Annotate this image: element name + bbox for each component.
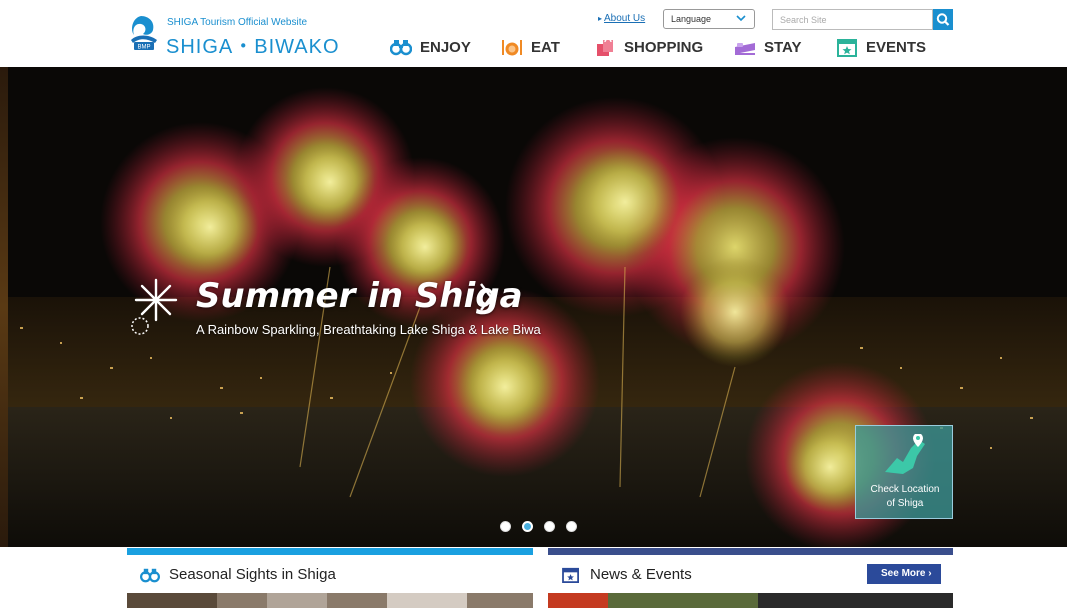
chevron-right-icon[interactable] <box>478 282 494 312</box>
news-photo[interactable] <box>548 593 953 608</box>
carousel-dot-3[interactable] <box>544 521 555 532</box>
nav-shopping[interactable]: SHOPPING <box>594 36 703 58</box>
news-bar <box>548 548 953 555</box>
binoculars-icon <box>140 568 160 582</box>
carousel-dot-4[interactable] <box>566 521 577 532</box>
carousel-dot-1[interactable] <box>500 521 511 532</box>
seasonal-bar <box>127 548 533 555</box>
hero-title[interactable]: Summer in Shiga <box>196 276 523 316</box>
language-select[interactable]: Language <box>663 9 755 29</box>
hero-edge <box>0 67 8 547</box>
scrollbar-gutter <box>1067 67 1080 547</box>
news-heading: News & Events <box>561 566 692 583</box>
about-us-link[interactable]: About Us <box>598 13 645 24</box>
carousel-dots <box>500 521 588 533</box>
news-section: News & Events See More <box>548 548 953 608</box>
nav-eat[interactable]: EAT <box>501 36 560 58</box>
check-location-line2: of Shiga <box>886 498 924 509</box>
check-location-line1: Check Location <box>870 484 940 495</box>
nav-stay[interactable]: STAY <box>734 36 802 58</box>
calendar-icon <box>837 39 857 57</box>
binoculars-icon <box>390 40 412 56</box>
news-title: News & Events <box>590 566 692 583</box>
site-title: SHIGA・BIWAKO <box>166 36 340 58</box>
shopping-bag-icon <box>597 38 613 56</box>
firework-emblem-icon <box>131 278 178 335</box>
svg-text:BMP: BMP <box>137 45 150 51</box>
carousel-dot-2[interactable] <box>522 521 533 532</box>
check-location-button[interactable]: Check Location of Shiga <box>855 425 953 519</box>
language-label: Language <box>671 14 712 24</box>
seasonal-photo[interactable] <box>127 593 533 608</box>
nav-stay-label: STAY <box>764 38 802 56</box>
chevron-down-icon <box>736 15 746 22</box>
seasonal-title: Seasonal Sights in Shiga <box>169 566 336 583</box>
nav-enjoy-label: ENJOY <box>420 38 471 56</box>
search-button[interactable] <box>933 9 953 30</box>
nav-enjoy[interactable]: ENJOY <box>390 36 471 58</box>
nav-events-label: EVENTS <box>866 38 927 56</box>
site-logo[interactable]: BMP SHIGA Tourism Official Website SHIGA… <box>127 14 339 58</box>
bed-icon <box>735 43 755 55</box>
nav-eat-label: EAT <box>531 38 560 56</box>
site-header: BMP SHIGA Tourism Official Website SHIGA… <box>0 0 1080 67</box>
hero-carousel[interactable]: Summer in Shiga A Rainbow Sparkling, Bre… <box>0 67 1067 547</box>
hero-subtitle: A Rainbow Sparkling, Breathtaking Lake S… <box>196 322 541 337</box>
search-icon <box>936 13 950 26</box>
see-more-button[interactable]: See More <box>867 564 941 584</box>
seasonal-heading: Seasonal Sights in Shiga <box>140 566 336 583</box>
seasonal-section: Seasonal Sights in Shiga <box>127 548 533 608</box>
search-input[interactable]: Search Site <box>772 9 933 30</box>
calendar-icon <box>562 567 579 583</box>
logo-mark-icon: BMP <box>131 16 157 51</box>
site-subtitle: SHIGA Tourism Official Website <box>167 17 308 28</box>
map-location-icon <box>885 434 925 474</box>
dining-icon <box>502 40 522 56</box>
nav-shopping-label: SHOPPING <box>624 38 704 56</box>
search-placeholder: Search Site <box>780 15 827 25</box>
nav-events[interactable]: EVENTS <box>836 36 926 58</box>
